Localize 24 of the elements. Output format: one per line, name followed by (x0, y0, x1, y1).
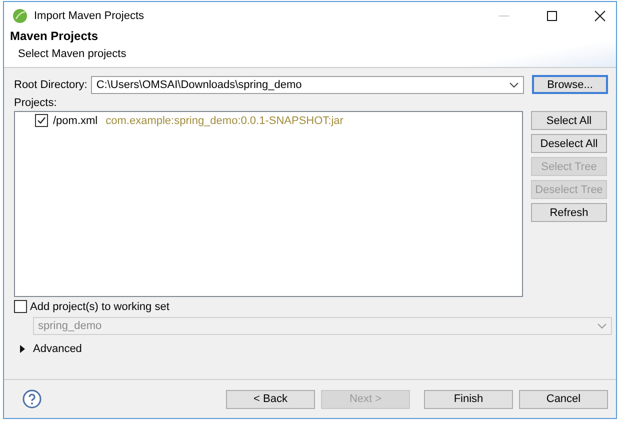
expand-arrow-icon[interactable] (18, 345, 26, 353)
side-button[interactable]: Select All (531, 111, 607, 130)
dropdown-chevron-icon[interactable] (509, 82, 519, 88)
side-button[interactable]: Deselect All (531, 134, 607, 153)
close-icon[interactable] (594, 10, 606, 22)
window-title: Import Maven Projects (34, 10, 144, 22)
browse-button[interactable]: Browse... (532, 75, 608, 94)
root-directory-label: Root Directory: (14, 78, 88, 90)
root-directory-field[interactable]: C:\Users\OMSAI\Downloads\spring_demo (91, 76, 524, 94)
wizard-button[interactable]: Cancel (519, 390, 608, 408)
page-subtitle: Select Maven projects (17, 48, 128, 60)
page-title: Maven Projects (10, 29, 100, 43)
project-name[interactable]: /pom.xml (53, 114, 98, 126)
checkbox[interactable] (35, 114, 48, 127)
side-button[interactable]: Refresh (531, 203, 607, 222)
leaf-icon (12, 8, 28, 24)
help-icon[interactable] (22, 389, 42, 409)
maximize-icon[interactable] (546, 10, 558, 22)
advanced-label[interactable]: Advanced (33, 343, 82, 355)
wizard-button[interactable]: Finish (424, 390, 513, 408)
project-coordinates: com.example:spring_demo:0.0.1-SNAPSHOT:jar (106, 114, 344, 126)
working-set-label: Add project(s) to working set (30, 300, 170, 312)
projects-label: Projects: (14, 97, 58, 109)
wizard-button[interactable]: < Back (226, 390, 315, 408)
